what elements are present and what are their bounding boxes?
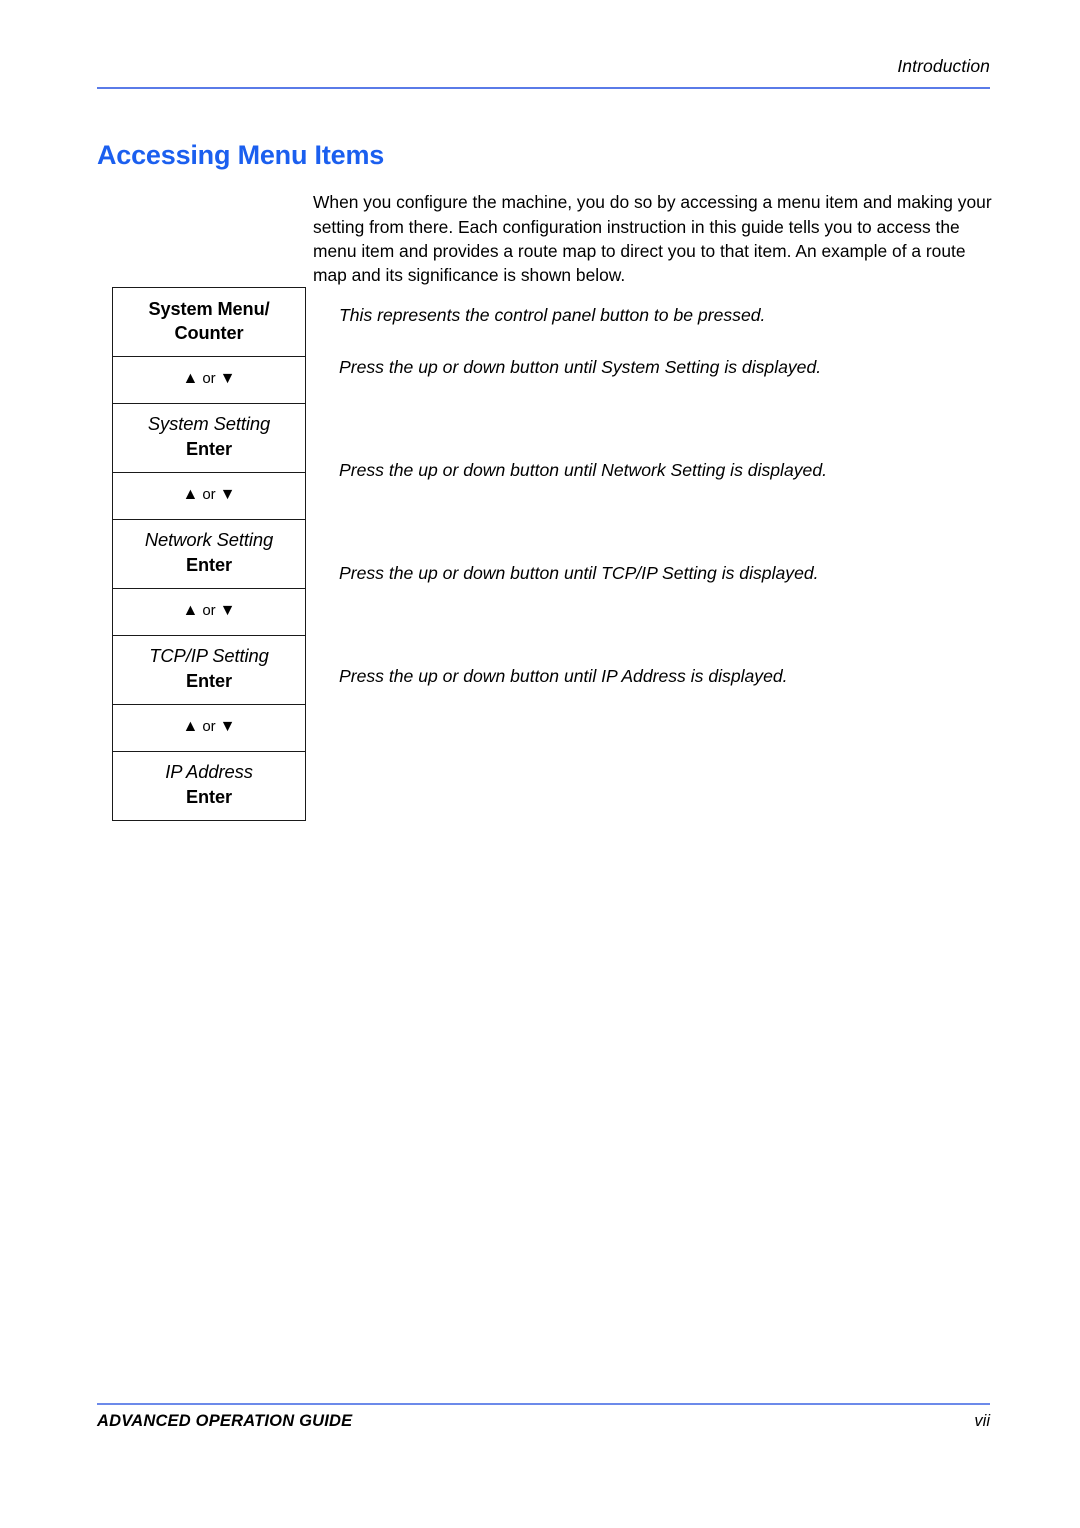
route-map-annotation: Press the up or down button until System… (339, 357, 822, 377)
route-map-table: System Menu/Counter ▲ or ▼ System Setting Ent… (112, 287, 306, 821)
arrow-or-label: or (202, 486, 216, 503)
route-map-annotation: Press the up or down button until TCP/IP… (339, 563, 819, 583)
route-map-menu-cell: System Setting Enter (113, 403, 305, 472)
arrow-or-label: or (202, 718, 216, 735)
route-map-annotation: Press the up or down button until IP Add… (339, 666, 788, 686)
route-map-button-label-line1: System Menu/ (148, 299, 270, 319)
arrow-up-icon: ▲ (182, 602, 199, 619)
route-map-annotation: This represents the control panel button… (339, 305, 766, 325)
page-footer: ADVANCED OPERATION GUIDE vii (97, 1412, 990, 1438)
route-map-enter-key-label: Enter (186, 555, 232, 575)
arrow-down-icon: ▼ (219, 718, 236, 735)
intro-paragraph: When you configure the machine, you do s… (313, 192, 992, 285)
footer-rule (97, 1403, 990, 1405)
page-title: Accessing Menu Items (97, 140, 385, 171)
route-map-button-cell: System Menu/Counter (113, 288, 305, 356)
document-page: Introduction Accessing Menu Items When y… (0, 0, 1080, 1528)
arrow-up-icon: ▲ (182, 486, 199, 503)
route-map-display-text: Network Setting (144, 529, 274, 550)
arrow-instruction: ▲ or ▼ (182, 483, 235, 506)
route-map-menu-cell: Network Setting Enter (113, 519, 305, 588)
arrow-instruction: ▲ or ▼ (182, 599, 235, 622)
route-map-arrow-cell: ▲ or ▼ (113, 588, 305, 635)
route-map-display-text: IP Address (165, 761, 253, 782)
header-rule (97, 87, 990, 89)
arrow-instruction: ▲ or ▼ (182, 367, 235, 390)
arrow-instruction: ▲ or ▼ (182, 715, 235, 738)
arrow-down-icon: ▼ (219, 602, 236, 619)
route-map-menu-cell: TCP/IP Setting Enter (113, 635, 305, 704)
arrow-up-icon: ▲ (182, 718, 199, 735)
route-map-arrow-cell: ▲ or ▼ (113, 472, 305, 519)
route-map-arrow-cell: ▲ or ▼ (113, 356, 305, 403)
route-map-display-text: TCP/IP Setting (149, 645, 269, 666)
arrow-or-label: or (202, 602, 216, 619)
route-map-arrow-cell: ▲ or ▼ (113, 704, 305, 751)
footer-document-name: ADVANCED OPERATION GUIDE (97, 1412, 353, 1430)
arrow-up-icon: ▲ (182, 370, 199, 387)
footer-page-number: vii (974, 1412, 990, 1430)
running-head-label: Introduction (897, 56, 990, 76)
route-map-enter-key-label: Enter (186, 787, 232, 807)
route-map-enter-key-label: Enter (186, 671, 232, 691)
route-map-display-text: System Setting (147, 413, 271, 434)
route-map-menu-cell: IP Address Enter (113, 751, 305, 820)
route-map-enter-key-label: Enter (186, 439, 232, 459)
running-header: Introduction (97, 56, 990, 77)
arrow-down-icon: ▼ (219, 486, 236, 503)
arrow-down-icon: ▼ (219, 370, 236, 387)
arrow-or-label: or (202, 370, 216, 387)
route-map-annotation: Press the up or down button until Networ… (339, 460, 828, 480)
route-map-button-label-line2: Counter (174, 323, 244, 343)
